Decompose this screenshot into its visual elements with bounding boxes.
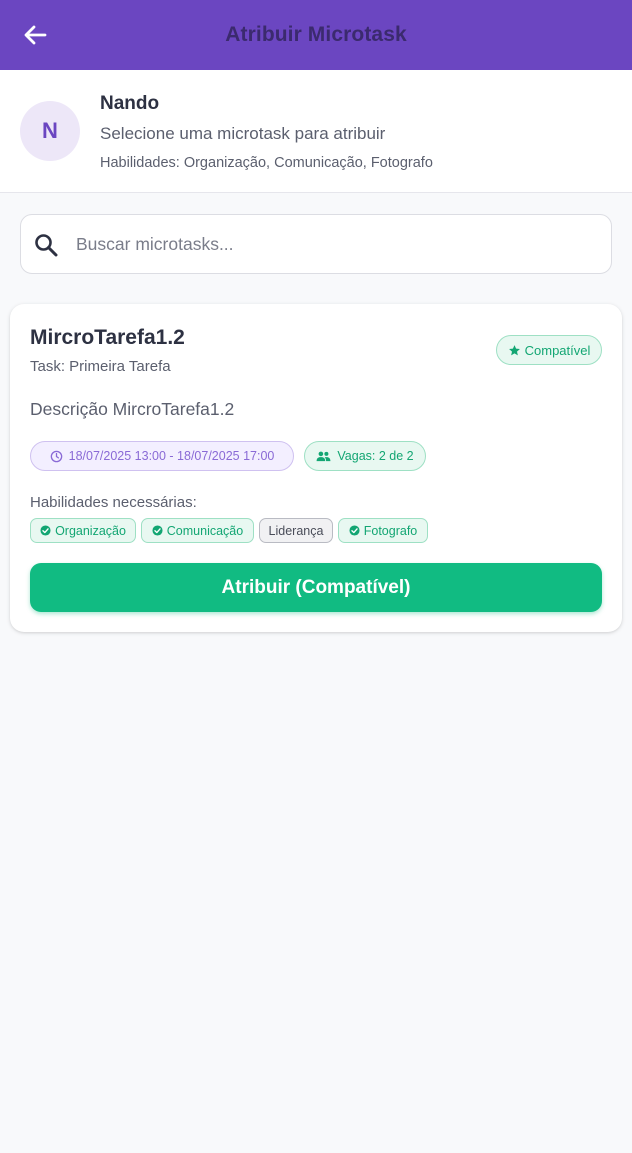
avatar: N xyxy=(20,101,80,161)
app-bar: Atribuir Microtask xyxy=(0,0,632,70)
microtask-title: MircroTarefa1.2 xyxy=(30,326,185,349)
people-icon xyxy=(316,451,331,461)
skill-tag-fotografo: Fotografo xyxy=(338,518,428,543)
skill-tag-label: Organização xyxy=(55,523,126,538)
skill-tag-organizacao: Organização xyxy=(30,518,136,543)
skill-tag-label: Liderança xyxy=(268,523,324,538)
microtask-parent-task: Task: Primeira Tarefa xyxy=(30,358,171,375)
page-title: Atribuir Microtask xyxy=(225,23,407,46)
skill-tag-label: Fotografo xyxy=(363,523,418,538)
arrow-left-icon xyxy=(24,25,47,45)
search-bar xyxy=(20,214,612,274)
profile-subtitle: Selecione uma microtask para atribuir xyxy=(100,124,386,143)
vacancies-text: Vagas: 2 de 2 xyxy=(337,449,414,463)
clock-icon xyxy=(50,450,62,462)
skill-tag-comunicacao: Comunicação xyxy=(141,518,254,543)
microtask-description: Descrição MircroTarefa1.2 xyxy=(30,399,235,419)
skill-tag-label: Comunicação xyxy=(166,523,244,538)
assign-button[interactable]: Atribuir (Compatível) xyxy=(30,563,602,612)
volunteer-profile: N Nando Selecione uma microtask para atr… xyxy=(0,70,632,193)
skill-tag-lideranca: Liderança xyxy=(259,518,333,543)
date-range-chip: 18/07/2025 13:00 - 18/07/2025 17:00 xyxy=(30,441,294,471)
volunteer-name: Nando xyxy=(100,93,160,114)
required-skills-label: Habilidades necessárias: xyxy=(30,494,197,511)
star-icon xyxy=(508,344,520,355)
compatible-badge-label: Compatível xyxy=(524,342,591,358)
check-circle-icon xyxy=(40,525,51,536)
compatible-badge: Compatível xyxy=(496,335,602,365)
date-range-text: 18/07/2025 13:00 - 18/07/2025 17:00 xyxy=(68,449,275,463)
check-circle-icon xyxy=(152,525,163,536)
back-button[interactable] xyxy=(22,23,48,47)
microtask-card[interactable]: MircroTarefa1.2 Task: Primeira Tarefa Co… xyxy=(10,304,622,632)
vacancies-chip: Vagas: 2 de 2 xyxy=(304,441,426,471)
volunteer-skills: Habilidades: Organização, Comunicação, F… xyxy=(100,155,433,171)
search-icon xyxy=(35,234,58,257)
search-input[interactable] xyxy=(76,215,596,273)
check-circle-icon xyxy=(349,525,360,536)
